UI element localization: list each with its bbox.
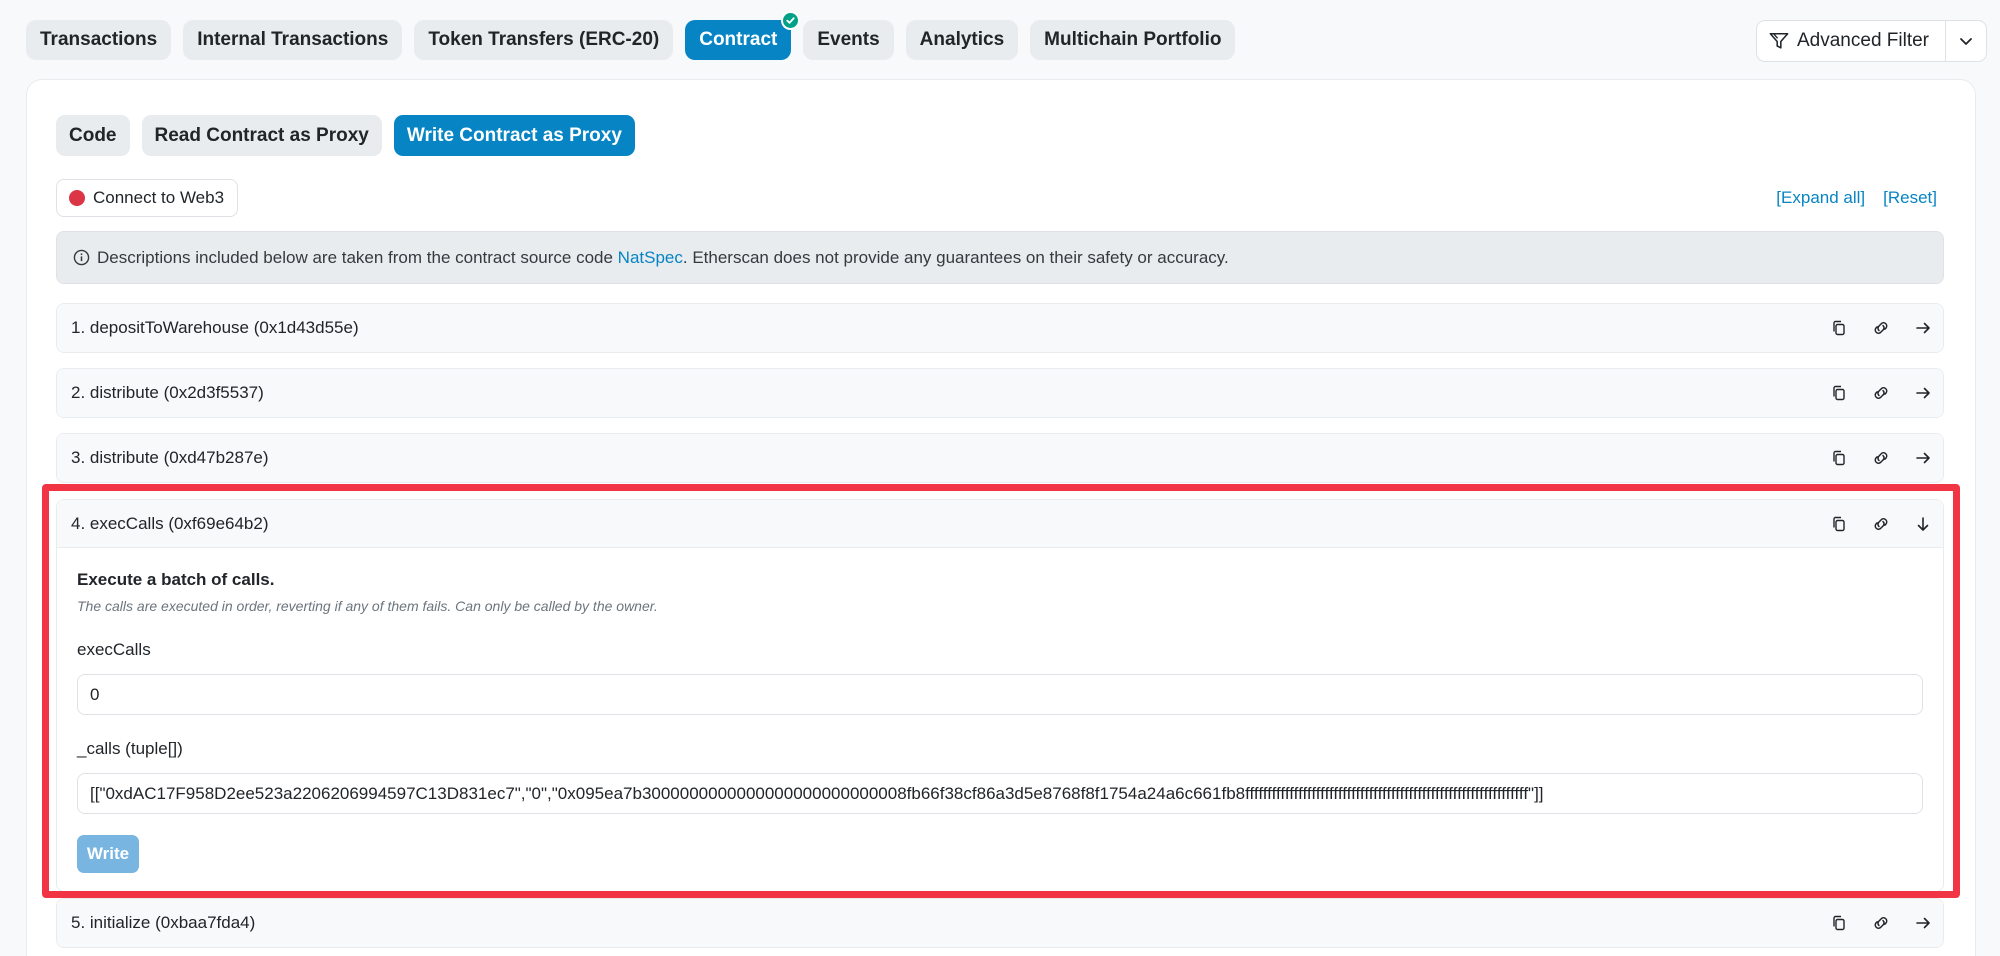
method-label: 5. initialize (0xbaa7fda4) [71, 913, 256, 932]
method-deposit-to-warehouse: 1. depositToWarehouse (0x1d43d55e) [56, 303, 1944, 353]
method-header[interactable]: 3. distribute (0xd47b287e) [57, 434, 1943, 482]
tab-transactions[interactable]: Transactions [26, 20, 172, 60]
method-actions [1829, 500, 1933, 548]
natspec-notice: Descriptions included below are taken fr… [56, 231, 1944, 284]
link-icon[interactable] [1871, 383, 1891, 403]
link-icon[interactable] [1871, 913, 1891, 933]
method-label: 3. distribute (0xd47b287e) [71, 448, 269, 467]
tab-events[interactable]: Events [803, 20, 894, 60]
method-actions [1829, 369, 1933, 417]
tab-token-transfers[interactable]: Token Transfers (ERC-20) [414, 20, 674, 60]
natspec-link[interactable]: NatSpec [618, 248, 683, 267]
method-header[interactable]: 4. execCalls (0xf69e64b2) [57, 500, 1943, 548]
method-header[interactable]: 5. initialize (0xbaa7fda4) [57, 899, 1943, 947]
method-actions [1829, 434, 1933, 482]
copy-icon[interactable] [1829, 383, 1849, 403]
link-icon[interactable] [1871, 514, 1891, 534]
link-icon[interactable] [1871, 318, 1891, 338]
method-links: [Expand all] [Reset] [1776, 188, 1937, 208]
method-header[interactable]: 2. distribute (0x2d3f5537) [57, 369, 1943, 417]
tab-multichain-portfolio[interactable]: Multichain Portfolio [1030, 20, 1236, 60]
write-button[interactable]: Write [77, 835, 139, 873]
copy-icon[interactable] [1829, 448, 1849, 468]
link-icon[interactable] [1871, 448, 1891, 468]
method-exec-calls: 4. execCalls (0xf69e64b2) Execute a batc… [56, 499, 1944, 892]
verified-check-icon [781, 11, 801, 30]
advanced-filter-label: Advanced Filter [1797, 30, 1930, 51]
method-label: 2. distribute (0x2d3f5537) [71, 383, 264, 402]
connect-web3-label: Connect to Web3 [93, 188, 225, 207]
method-body: Execute a batch of calls. The calls are … [57, 548, 1943, 891]
expand-all-link[interactable]: [Expand all] [1776, 188, 1865, 208]
method-distribute-2: 3. distribute (0xd47b287e) [56, 433, 1944, 483]
method-label: 4. execCalls (0xf69e64b2) [71, 513, 269, 533]
subtab-read-proxy[interactable]: Read Contract as Proxy [141, 115, 382, 156]
method-distribute-1: 2. distribute (0x2d3f5537) [56, 368, 1944, 418]
connect-web3-button[interactable]: Connect to Web3 [56, 179, 239, 217]
notice-text-after: . Etherscan does not provide any guarant… [682, 247, 1229, 267]
method-description: The calls are executed in order, reverti… [77, 598, 658, 614]
contract-subtabs: Code Read Contract as Proxy Write Contra… [56, 115, 635, 156]
tab-contract[interactable]: Contract [685, 11, 801, 60]
tab-internal-transactions[interactable]: Internal Transactions [183, 20, 403, 60]
subtab-write-proxy[interactable]: Write Contract as Proxy [393, 115, 635, 156]
exec-calls-input[interactable]: 0 [77, 674, 1923, 715]
subtab-code[interactable]: Code [56, 115, 130, 156]
disconnected-status-icon [69, 190, 85, 206]
arrow-right-icon[interactable] [1913, 448, 1933, 468]
copy-icon[interactable] [1829, 318, 1849, 338]
notice-text: Descriptions included below are taken fr… [97, 247, 613, 267]
arrow-right-icon[interactable] [1913, 318, 1933, 338]
advanced-filter-button[interactable]: Advanced Filter [1757, 21, 1947, 61]
tab-contract-label: Contract [699, 29, 778, 50]
method-title: Execute a batch of calls. [77, 570, 275, 589]
copy-icon[interactable] [1829, 514, 1849, 534]
method-actions [1829, 899, 1933, 947]
advanced-filter-group: Advanced Filter [1756, 20, 1988, 62]
method-label: 1. depositToWarehouse (0x1d43d55e) [71, 318, 359, 337]
calls-tuple-label: _calls (tuple[]) [77, 739, 183, 758]
filter-icon [1769, 31, 1789, 51]
exec-calls-label: execCalls [77, 640, 151, 659]
method-initialize: 5. initialize (0xbaa7fda4) [56, 898, 1944, 948]
calls-tuple-input[interactable]: [["0xdAC17F958D2ee523a2206206994597C13D8… [77, 773, 1923, 814]
method-header[interactable]: 1. depositToWarehouse (0x1d43d55e) [57, 304, 1943, 352]
filter-dropdown-toggle[interactable] [1946, 21, 1986, 61]
method-actions [1829, 304, 1933, 352]
arrow-right-icon[interactable] [1913, 913, 1933, 933]
reset-link[interactable]: [Reset] [1883, 188, 1937, 208]
info-icon [71, 248, 91, 268]
chevron-down-icon [1956, 31, 1976, 51]
main-tabs: Transactions Internal Transactions Token… [26, 11, 1236, 60]
tab-analytics[interactable]: Analytics [905, 20, 1019, 60]
arrow-down-icon[interactable] [1913, 514, 1933, 534]
arrow-right-icon[interactable] [1913, 383, 1933, 403]
copy-icon[interactable] [1829, 913, 1849, 933]
